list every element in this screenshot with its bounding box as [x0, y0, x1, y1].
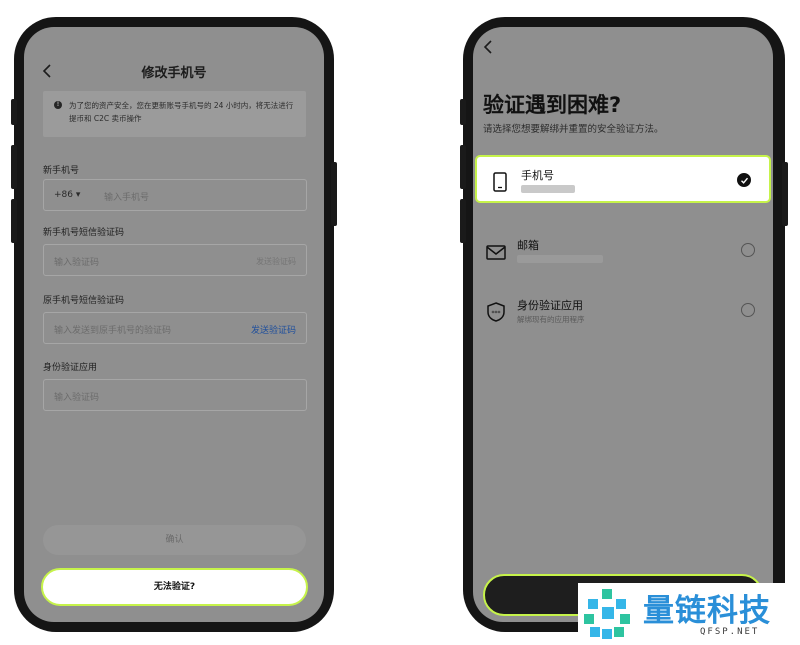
left-phone-frame: 修改手机号 ! 为了您的资产安全，您在更新账号手机号的 24 小时内，将无法进行…	[11, 17, 337, 632]
page-title: 验证遇到困难?	[483, 93, 622, 117]
new-phone-label: 新手机号	[43, 166, 80, 176]
page-subtitle: 请选择您想要解绑并重置的安全验证方法。	[483, 124, 664, 135]
confirm-button[interactable]: 确认	[43, 525, 306, 555]
checkmark-icon	[741, 177, 749, 184]
option-phone[interactable]: 手机号	[475, 155, 771, 203]
side-button	[460, 199, 466, 243]
option-phone-title: 手机号	[521, 169, 554, 182]
info-icon: !	[54, 101, 62, 109]
cant-verify-button[interactable]: 无法验证?	[41, 568, 308, 606]
option-email[interactable]: 邮箱	[473, 227, 773, 275]
send-code-button[interactable]: 发送验证码	[251, 323, 296, 336]
brand-logo-icon	[584, 589, 630, 639]
old-phone-code-field[interactable]: 输入发送到原手机号的验证码 发送验证码	[43, 312, 307, 344]
brand-name: 量链科技	[643, 593, 771, 629]
new-phone-code-field[interactable]: 输入验证码 发送验证码	[43, 244, 307, 276]
brand-domain: QFSP.NET	[700, 627, 760, 637]
radio-checked[interactable]	[737, 173, 751, 187]
old-phone-code-input[interactable]: 输入发送到原手机号的验证码	[54, 323, 171, 336]
power-button	[782, 162, 788, 226]
option-authenticator-title: 身份验证应用	[517, 299, 583, 312]
back-arrow-icon[interactable]	[479, 37, 499, 57]
new-phone-input[interactable]: 输入手机号	[104, 190, 149, 203]
security-notice: ! 为了您的资产安全，您在更新账号手机号的 24 小时内，将无法进行提币和 C2…	[43, 91, 306, 137]
change-phone-screen: 修改手机号 ! 为了您的资产安全，您在更新账号手机号的 24 小时内，将无法进行…	[24, 27, 324, 622]
option-authenticator-subtitle: 解绑现有的应用程序	[517, 315, 585, 324]
masked-email	[517, 254, 603, 263]
side-button	[460, 145, 466, 189]
option-email-title: 邮箱	[517, 239, 539, 252]
new-phone-code-input[interactable]: 输入验证码	[54, 255, 99, 268]
radio-unchecked[interactable]	[741, 303, 755, 317]
page-title: 修改手机号	[141, 66, 207, 81]
watermark: 量链科技 QFSP.NET	[578, 583, 800, 645]
radio-unchecked[interactable]	[741, 243, 755, 257]
new-phone-code-label: 新手机号短信验证码	[43, 228, 125, 238]
mail-icon	[486, 245, 506, 260]
side-button	[460, 99, 466, 125]
side-button	[11, 99, 17, 125]
authenticator-label: 身份验证应用	[43, 363, 98, 373]
country-code-select[interactable]: +86 ▾	[54, 190, 80, 200]
power-button	[331, 162, 337, 226]
new-phone-field[interactable]: +86 ▾ 输入手机号	[43, 179, 307, 211]
shield-icon: ***	[487, 302, 505, 322]
side-button	[11, 199, 17, 243]
old-phone-code-label: 原手机号短信验证码	[43, 296, 125, 306]
send-code-button-disabled[interactable]: 发送验证码	[256, 256, 296, 267]
option-authenticator[interactable]: *** 身份验证应用 解绑现有的应用程序	[473, 287, 773, 335]
authenticator-input[interactable]: 输入验证码	[54, 390, 99, 403]
right-phone-frame: 验证遇到困难? 请选择您想要解绑并重置的安全验证方法。 手机号 邮箱 *** 身…	[460, 17, 788, 632]
masked-phone-number	[521, 184, 575, 193]
phone-icon	[493, 172, 507, 192]
authenticator-field[interactable]: 输入验证码	[43, 379, 307, 411]
svg-text:***: ***	[492, 310, 501, 317]
notice-text: 为了您的资产安全，您在更新账号手机号的 24 小时内，将无法进行提币和 C2C …	[69, 101, 294, 123]
side-button	[11, 145, 17, 189]
verify-trouble-screen: 验证遇到困难? 请选择您想要解绑并重置的安全验证方法。 手机号 邮箱 *** 身…	[473, 27, 773, 622]
